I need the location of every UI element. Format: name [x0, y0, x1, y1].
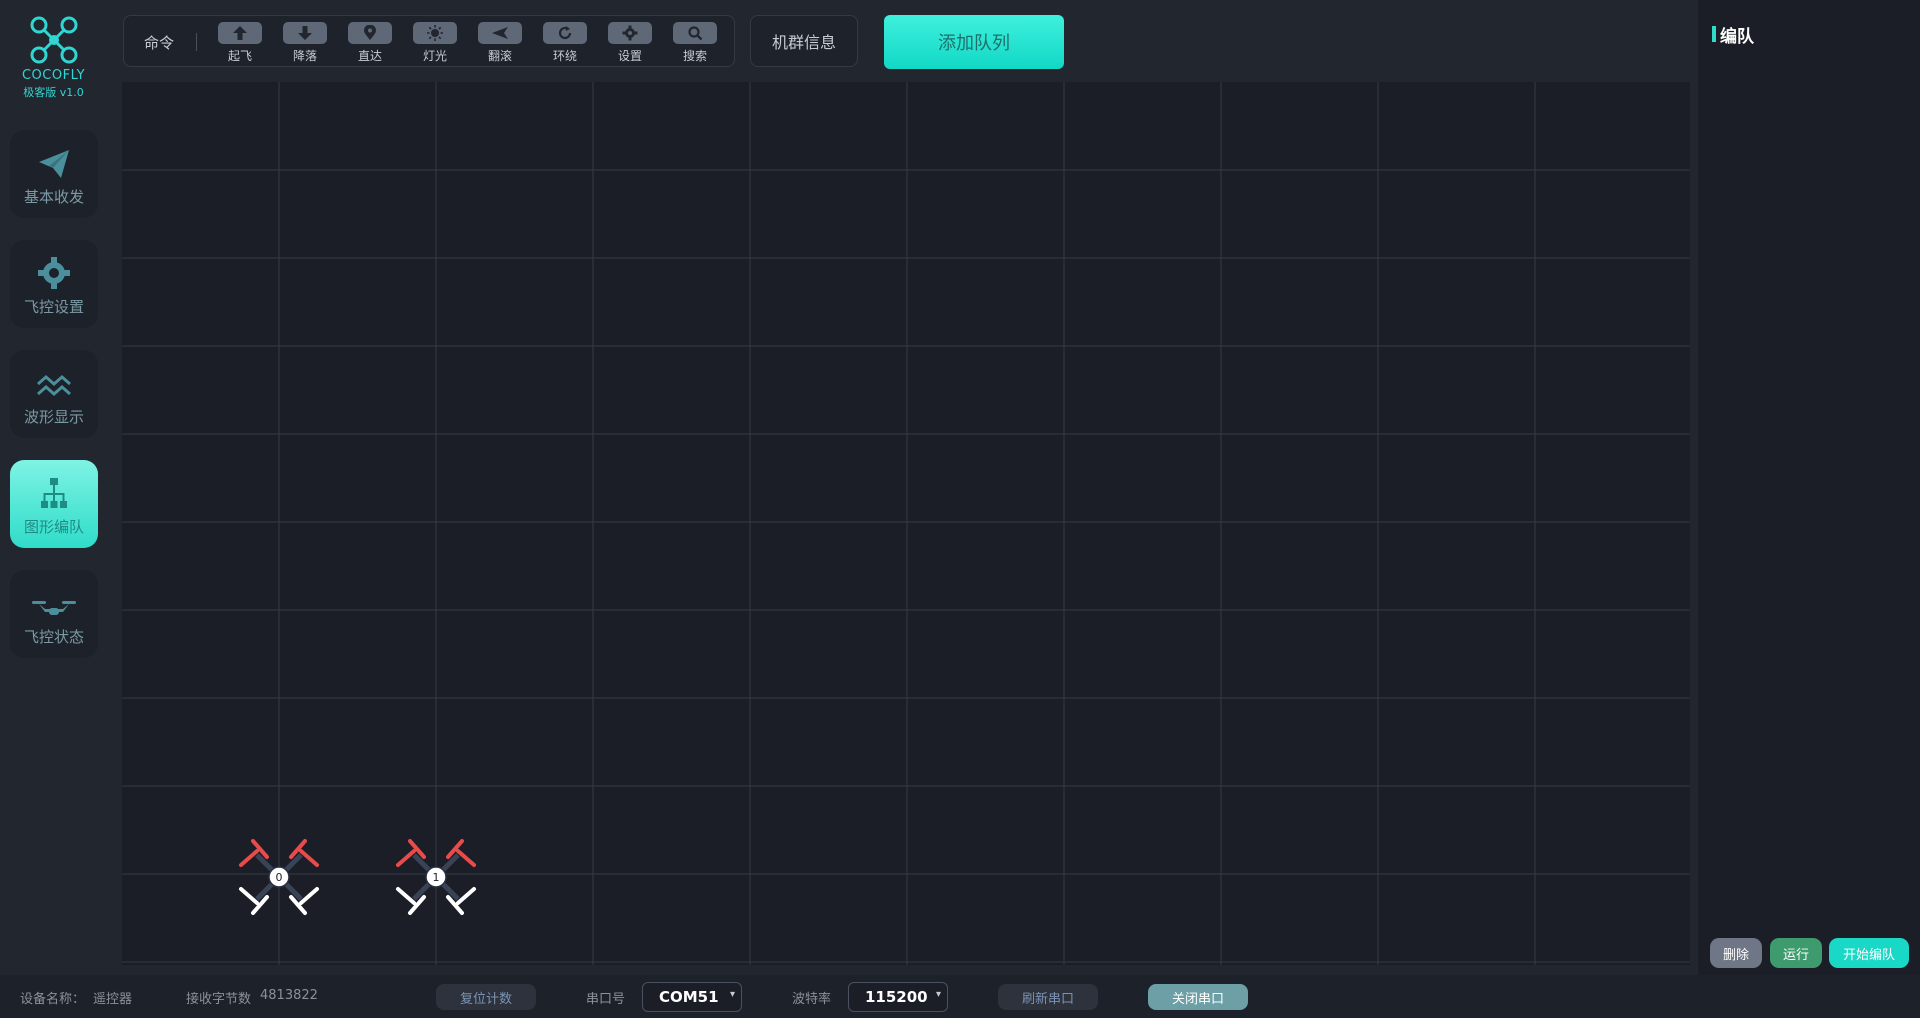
gear-icon: [38, 257, 70, 289]
sidebar-item-label: 飞控状态: [23, 628, 84, 646]
port-label: 串口号: [586, 992, 626, 1007]
reset-count-button[interactable]: 复位计数: [436, 984, 536, 1010]
command-label: 设置: [617, 49, 642, 63]
status-bar: 设备名称： 遥控器 接收字节数 4813822 复位计数 串口号 COM51 ▾…: [0, 975, 1920, 1018]
location-pin-icon: [364, 25, 376, 40]
drone-id: 1: [433, 871, 440, 884]
sidebar-item-label: 波形显示: [23, 408, 84, 426]
panel-title: 编队: [1712, 22, 1754, 47]
drone-icon: [32, 601, 76, 615]
start-formation-button[interactable]: 开始编队: [1829, 938, 1909, 968]
command-toolbar: 命令 起飞 降落 直达 灯光 翻滚 环绕 设置 搜索: [123, 15, 735, 67]
refresh-port-button[interactable]: 刷新串口: [998, 984, 1098, 1010]
sidebar-item-label: 飞控设置: [23, 298, 84, 316]
arrow-up-icon: [233, 26, 247, 40]
drone-marker[interactable]: 1: [396, 839, 476, 915]
gear-icon: [622, 25, 638, 41]
command-label: 起飞: [227, 49, 252, 63]
settings-button[interactable]: 设置: [607, 22, 653, 64]
baud-value: 115200: [865, 988, 928, 1006]
command-label: 翻滚: [487, 49, 512, 63]
device-name-value: 遥控器: [93, 992, 133, 1007]
drone-layer: 0 1: [239, 839, 476, 915]
bytes-received-value: 4813822: [260, 988, 318, 1003]
port-value: COM51: [659, 988, 719, 1006]
logo: COCOFLY 极客版 v1.0: [0, 14, 107, 100]
sidebar-item-waveform[interactable]: 波形显示: [10, 350, 98, 438]
swarm-info-button[interactable]: 机群信息: [750, 15, 858, 67]
formation-panel: 编队 删除 运行 开始编队: [1698, 0, 1920, 975]
arrow-down-icon: [298, 26, 312, 40]
command-label: 环绕: [552, 49, 577, 63]
sidebar-item-label: 图形编队: [23, 518, 84, 536]
brand-version: 极客版 v1.0: [23, 86, 84, 99]
baud-label: 波特率: [792, 992, 832, 1007]
formation-canvas[interactable]: 0 1: [122, 82, 1690, 965]
takeoff-button[interactable]: 起飞: [217, 22, 263, 64]
flip-icon: [492, 27, 508, 39]
command-label: 直达: [357, 49, 382, 63]
cocofly-logo-icon: [30, 16, 77, 64]
command-label: 降落: [292, 49, 317, 63]
add-queue-button[interactable]: 添加队列: [884, 15, 1064, 69]
goto-button[interactable]: 直达: [347, 22, 393, 64]
sidebar-item-basic-transceive[interactable]: 基本收发: [10, 130, 98, 218]
chevron-down-icon: ▾: [729, 989, 735, 1000]
chevron-down-icon: ▾: [935, 989, 941, 1000]
sidebar-item-formation[interactable]: 图形编队: [10, 460, 98, 548]
divider: [196, 33, 197, 51]
paper-plane-icon: [39, 150, 69, 178]
command-label: 灯光: [422, 49, 447, 63]
sun-icon: [427, 25, 443, 41]
command-title: 命令: [144, 34, 175, 52]
search-button[interactable]: 搜索: [672, 22, 718, 64]
orbit-button[interactable]: 环绕: [542, 22, 588, 64]
close-port-button[interactable]: 关闭串口: [1148, 984, 1248, 1010]
light-button[interactable]: 灯光: [412, 22, 458, 64]
sidebar-item-flight-control-settings[interactable]: 飞控设置: [10, 240, 98, 328]
sidebar: COCOFLY 极客版 v1.0 基本收发 飞控设置 波形显示 图形编队 飞控状…: [0, 0, 107, 975]
sidebar-item-flight-status[interactable]: 飞控状态: [10, 570, 98, 658]
run-button[interactable]: 运行: [1770, 938, 1822, 968]
waveform-icon: [37, 375, 71, 396]
command-label: 搜索: [682, 49, 707, 63]
circle-arrow-icon: [558, 26, 572, 40]
device-name-label: 设备名称：: [20, 992, 86, 1007]
port-select[interactable]: COM51 ▾: [642, 982, 742, 1012]
flip-button[interactable]: 翻滚: [477, 22, 523, 64]
sidebar-item-label: 基本收发: [23, 188, 84, 206]
brand-name: COCOFLY: [21, 68, 86, 83]
baud-select[interactable]: 115200 ▾: [848, 982, 948, 1012]
drone-id: 0: [276, 871, 283, 884]
drone-marker[interactable]: 0: [239, 839, 319, 915]
search-icon: [688, 26, 703, 41]
org-chart-icon: [41, 478, 67, 508]
bytes-received-label: 接收字节数: [186, 992, 252, 1007]
land-button[interactable]: 降落: [282, 22, 328, 64]
delete-button[interactable]: 删除: [1710, 938, 1762, 968]
